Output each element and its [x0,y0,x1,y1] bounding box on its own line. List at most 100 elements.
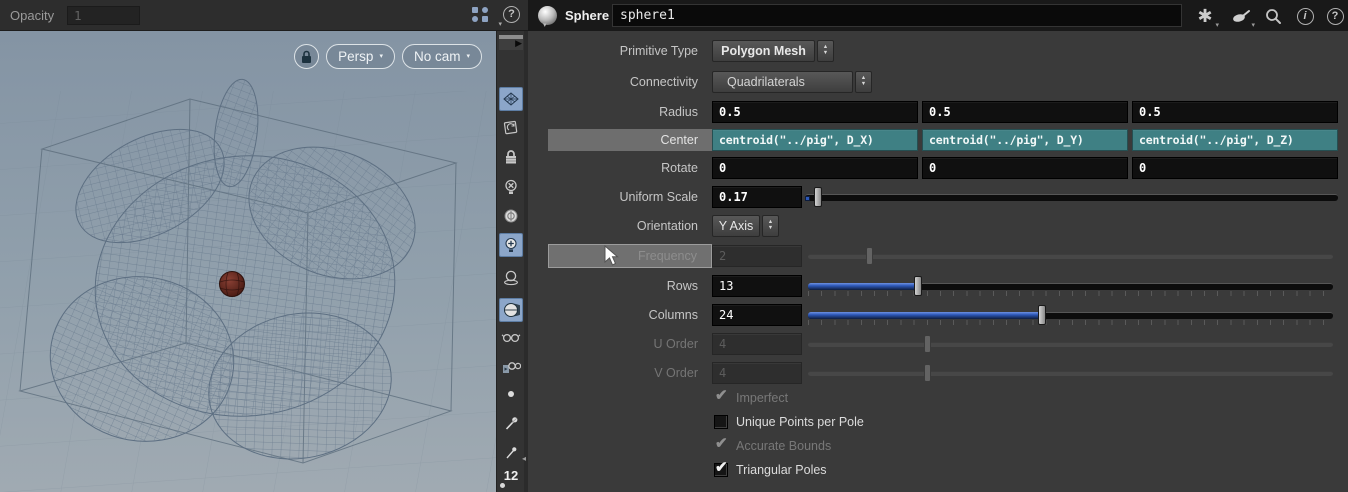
orientation-spinner[interactable]: ▲ ▼ [762,214,779,237]
opacity-label: Opacity [10,8,55,23]
node-header: ▾ Sphere ✱ ▾ ▾ i [528,0,1348,31]
radius-z-field[interactable]: 0.5 [1132,100,1338,123]
unique-points-checkbox[interactable] [714,415,728,429]
display-normals-button[interactable] [499,411,523,435]
badge-dot-icon [500,483,505,488]
info-icon: i [1303,9,1307,22]
no-lights-button[interactable] [499,175,523,199]
show-prims-button[interactable] [499,115,523,139]
radius-row: Radius 0.5 0.5 0.5 [528,100,1338,123]
gear-menu-button[interactable]: ✱ ▾ [1194,5,1219,29]
rows-slider[interactable] [808,275,1333,297]
columns-label[interactable]: Columns [528,304,712,326]
padlock-icon [506,150,516,164]
collapse-left-icon: ◂ [522,454,527,463]
slider-handle[interactable] [814,186,822,207]
radius-label[interactable]: Radius [528,101,712,123]
rotate-x-field[interactable]: 0 [712,156,918,179]
viewport-help-button[interactable]: ? [503,6,520,23]
headlight-button[interactable] [499,204,523,228]
radius-x-field[interactable]: 0.5 [712,100,918,123]
scroll-right-icon: ▶ [515,38,522,48]
columns-field[interactable]: 24 [712,303,802,326]
center-row: Center centroid("../pig", D_X) centroid(… [528,128,1338,151]
smooth-shaded-button[interactable] [499,298,523,322]
uniform-scale-slider[interactable] [805,186,1338,208]
imperfect-label: Imperfect [736,391,789,405]
accurate-bounds-checkbox: ✔ [714,435,728,453]
check-icon: ✔ [715,459,728,476]
triangular-poles-row: ✔ Triangular Poles [528,459,827,479]
no-lights-icon [505,179,517,194]
normal-lights-button[interactable] [499,233,523,257]
search-button[interactable] [1262,5,1284,27]
visualizer-button[interactable] [499,326,523,350]
node-name-input[interactable] [612,4,1182,27]
frequency-slider [808,245,1333,267]
orientation-label[interactable]: Orientation [528,215,712,237]
center-z-field[interactable]: centroid("../pig", D_Z) [1132,128,1338,151]
info-button[interactable]: i [1294,5,1316,27]
primitive-type-value: Polygon Mesh [721,43,806,58]
link-tree-button[interactable]: ▾ [470,6,502,28]
viewport-topbar: Opacity ▾ ? [0,0,528,31]
connectivity-spinner[interactable]: ▲ ▼ [855,70,872,93]
panel-help-button[interactable]: ? [1324,5,1346,27]
orientation-value: Y Axis [718,218,754,233]
spinner-down-icon: ▼ [767,225,774,231]
rows-row: Rows 13 [528,274,1333,297]
hq-lights-icon [504,270,518,286]
viewport-camera-controls: Persp ▾ No cam ▾ [0,44,496,69]
show-points-button[interactable] [499,87,523,111]
frequency-field: 2 [712,244,802,267]
rows-field[interactable]: 13 [712,274,802,297]
camera-menu-button[interactable]: No cam ▾ [401,44,482,69]
uniform-scale-field[interactable]: 0.17 [712,185,802,208]
persp-menu-button[interactable]: Persp ▾ [326,44,395,69]
opacity-input[interactable] [67,6,140,25]
slider-ticks [808,290,1333,296]
center-label[interactable]: Center [548,128,712,151]
triangular-poles-label[interactable]: Triangular Poles [736,463,827,477]
slider-handle[interactable] [1037,304,1046,325]
primitive-type-dropdown[interactable]: Polygon Mesh [712,39,815,62]
center-x-field[interactable]: centroid("../pig", D_X) [712,128,918,151]
chevron-down-icon: ▾ [466,53,470,60]
rotate-y-field[interactable]: 0 [922,156,1128,179]
columns-slider[interactable] [808,304,1333,326]
primitive-type-row: Primitive Type Polygon Mesh ▲ ▼ [528,39,834,62]
display-points-button[interactable] [499,383,523,407]
unique-points-label[interactable]: Unique Points per Pole [736,415,864,429]
slider-handle [923,334,931,353]
pan-menu-button[interactable]: ▾ [1230,5,1255,29]
check-icon: ✔ [715,435,728,452]
lock-display-button[interactable] [499,145,523,169]
viewport-3d[interactable]: Persp ▾ No cam ▾ [0,31,496,492]
hq-lights-button[interactable] [499,266,523,290]
triangular-poles-checkbox[interactable]: ✔ [714,459,728,477]
primitive-type-spinner[interactable]: ▲ ▼ [817,39,834,62]
display-pins-button[interactable] [499,440,523,464]
slider-handle[interactable] [914,275,923,296]
rows-label[interactable]: Rows [528,275,712,297]
v-order-slider [808,362,1333,384]
connectivity-label[interactable]: Connectivity [528,71,712,93]
center-y-field[interactable]: centroid("../pig", D_Y) [922,128,1128,151]
mouse-cursor [604,245,619,266]
uniform-scale-label[interactable]: Uniform Scale [528,186,712,208]
lock-camera-button[interactable] [294,44,320,69]
node-type-label: Sphere [565,8,610,23]
node-type-menu-icon[interactable]: ▾ [543,21,547,29]
orientation-dropdown[interactable]: Y Axis [712,214,760,237]
node-sphere-icon [538,6,557,25]
connectivity-dropdown[interactable]: Quadrilaterals [712,70,853,93]
primitive-type-label[interactable]: Primitive Type [528,40,712,62]
radius-y-field[interactable]: 0.5 [922,100,1128,123]
toolbar-scroll-button[interactable]: ▶ [499,35,523,50]
rotate-z-field[interactable]: 0 [1132,156,1338,179]
uniform-scale-row: Uniform Scale 0.17 [528,185,1338,208]
normal-lights-icon [505,237,517,252]
scene-visualizer-button[interactable] [499,355,523,379]
link-tree-icon [472,7,488,22]
rotate-label[interactable]: Rotate [528,157,712,179]
